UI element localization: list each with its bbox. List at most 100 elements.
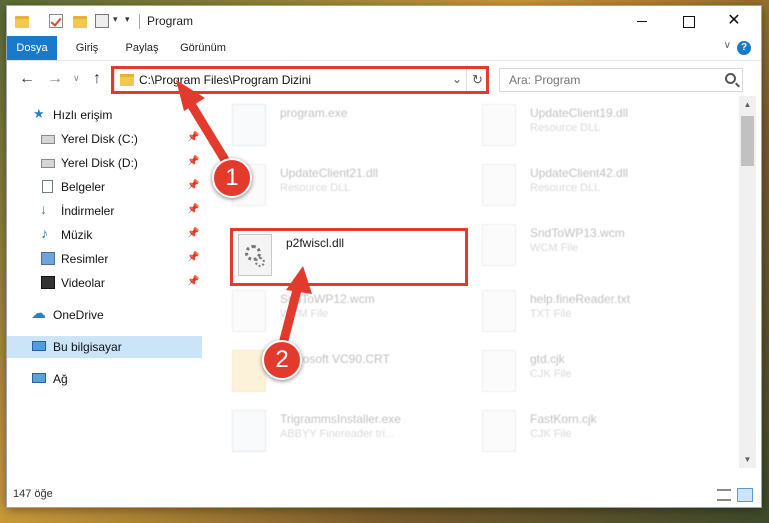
help-icon[interactable]: ? [737,41,751,55]
sidebar-item-label: Ağ [53,372,68,386]
sidebar-item-label: OneDrive [53,308,104,322]
folder-icon [232,350,266,392]
pin-icon[interactable]: 📌 [187,228,199,239]
file-type: CJK File [530,428,572,440]
maximize-button[interactable] [665,6,711,36]
scroll-down-icon[interactable]: ▼ [739,451,756,468]
disk-icon [41,159,55,168]
sidebar-item-onedrive[interactable]: ☁ OneDrive [7,304,202,326]
address-highlight-box [111,66,489,94]
file-type: WCM File [530,242,579,254]
file-item[interactable]: program.exe [232,104,472,154]
chevron-down-icon[interactable]: ▾ [113,14,118,25]
network-icon [32,373,46,383]
file-item[interactable]: UpdateClient19.dll Resource DLL [482,104,722,154]
title-bar: ▾ ▾ Program ✕ [7,6,761,36]
window-title: Program [147,14,194,28]
pin-icon[interactable]: 📌 [187,132,199,143]
pin-icon[interactable]: 📌 [187,180,199,191]
ribbon-tabs: Dosya Giriş Paylaş Görünüm ∨ ? [7,36,761,60]
file-item[interactable]: gtd.cjk CJK File [482,350,722,400]
cloud-icon: ☁ [31,305,46,322]
sidebar-item-downloads[interactable]: ↓ İndirmeler 📌 [7,200,202,222]
cjk-file-icon [482,410,516,452]
large-icons-view-icon[interactable] [737,488,753,502]
forward-arrow-icon[interactable]: → [47,70,63,88]
sidebar-item-label: Bu bilgisayar [53,340,122,354]
up-arrow-icon[interactable]: ↑ [93,70,101,88]
sidebar-item-pictures[interactable]: Resimler 📌 [7,248,202,270]
sidebar-item-videos[interactable]: Videolar 📌 [7,272,202,294]
details-view-icon[interactable] [717,489,731,501]
tab-file[interactable]: Dosya [7,36,57,60]
pin-icon[interactable]: 📌 [187,204,199,215]
quick-access-toolbar-icon[interactable] [95,14,109,28]
videos-icon [41,276,55,289]
sidebar-item-music[interactable]: ♪ Müzik 📌 [7,224,202,246]
sidebar-item-network[interactable]: Ağ [7,368,202,390]
step-badge-1: 1 [212,158,252,198]
tab-share[interactable]: Paylaş [119,36,165,60]
tab-view[interactable]: Görünüm [173,36,233,60]
sidebar-item-label: Yerel Disk (C:) [61,132,138,146]
file-item[interactable]: FastKorn.cjk CJK File [482,410,722,460]
music-icon: ♪ [41,225,48,241]
file-type: Resource DLL [280,182,351,194]
pin-icon[interactable]: 📌 [187,252,199,263]
pin-icon[interactable]: 📌 [187,156,199,167]
title-divider [139,14,140,29]
sidebar-item-disk-d[interactable]: Yerel Disk (D:) 📌 [7,152,202,174]
file-name: TrigrammsInstaller.exe [280,412,401,426]
navigation-pane: ★ Hızlı erişim Yerel Disk (C:) 📌 Yerel D… [7,96,202,468]
file-type: CJK File [530,368,572,380]
file-item[interactable]: help.fineReader.txt TXT File [482,290,722,340]
close-button[interactable]: ✕ [711,6,757,36]
file-name: gtd.cjk [530,352,565,366]
file-highlight-box [230,228,468,286]
file-item[interactable]: SndToWP12.wcm WCM File [232,290,472,340]
folder-icon [15,16,29,28]
sidebar-item-disk-c[interactable]: Yerel Disk (C:) 📌 [7,128,202,150]
file-item[interactable]: UpdateClient42.dll Resource DLL [482,164,722,214]
file-item[interactable]: SndToWP13.wcm WCM File [482,224,722,274]
file-item[interactable]: TrigrammsInstaller.exe ABBYY Finereader … [232,410,472,460]
sidebar-item-this-pc[interactable]: Bu bilgisayar [7,336,202,358]
star-icon: ★ [33,106,45,121]
search-box[interactable] [499,68,743,92]
expand-ribbon-icon[interactable]: ∨ [724,40,731,51]
properties-check-icon[interactable] [49,14,63,28]
scroll-up-icon[interactable]: ▲ [739,96,756,113]
file-item[interactable]: UpdateClient21.dll Resource DLL [232,164,472,214]
file-name: program.exe [280,106,348,120]
file-name: FastKorn.cjk [530,412,597,426]
new-folder-icon[interactable] [73,16,87,28]
vertical-scrollbar[interactable]: ▲ ▼ [739,96,756,468]
exe-file-icon [232,104,266,146]
disk-icon [41,135,55,144]
file-list: program.exe UpdateClient19.dll Resource … [202,96,739,468]
file-name: UpdateClient42.dll [530,166,629,180]
item-count: 147 öğe [13,488,53,500]
recent-locations-icon[interactable]: ∨ [73,73,80,84]
sidebar-item-documents[interactable]: Belgeler 📌 [7,176,202,198]
sidebar-item-label: Hızlı erişim [53,108,113,122]
file-type: WCM File [280,308,329,320]
search-icon[interactable] [725,73,736,84]
documents-icon [42,180,53,193]
back-arrow-icon[interactable]: ← [19,70,35,88]
navigation-bar: ← → ∨ ↑ C:\Program Files\Program Dizini … [7,60,761,96]
file-name: help.fineReader.txt [530,292,631,306]
step-badge-2: 2 [262,340,302,380]
search-input[interactable] [500,69,720,91]
scroll-thumb[interactable] [741,116,754,166]
sidebar-item-label: Müzik [61,228,93,242]
file-name: UpdateClient21.dll [280,166,379,180]
customize-toolbar-icon[interactable]: ▾ [125,14,130,25]
pin-icon[interactable]: 📌 [187,276,199,287]
file-type: TXT File [530,308,572,320]
minimize-button[interactable] [619,6,665,36]
file-type: Resource DLL [530,122,601,134]
tab-home[interactable]: Giriş [67,36,107,60]
dll-file-icon [482,164,516,206]
sidebar-item-quick-access[interactable]: ★ Hızlı erişim [7,104,202,126]
